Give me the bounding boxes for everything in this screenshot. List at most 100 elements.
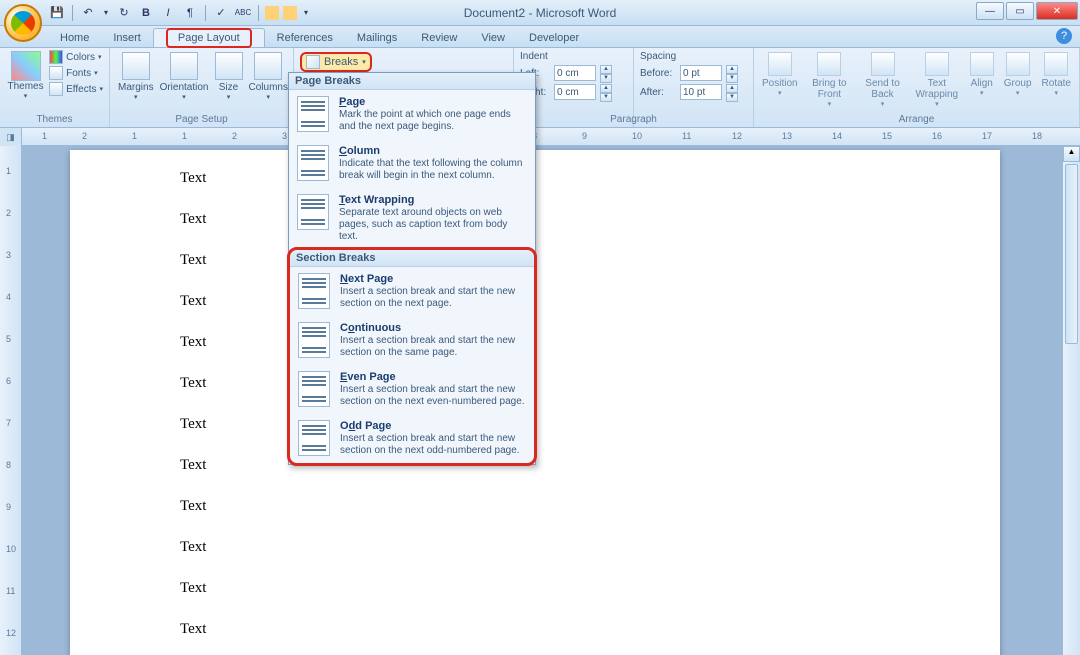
fonts-button[interactable]: Fonts▾ [49,66,103,80]
spacing-after-label: After: [640,87,676,98]
effects-button[interactable]: Effects▾ [49,82,103,96]
rotate-button[interactable]: Rotate▾ [1040,50,1073,110]
section-break-option-even-page[interactable]: Even PageInsert a section break and star… [290,365,534,414]
section-break-option-next-page[interactable]: Next PageInsert a section break and star… [290,267,534,316]
vertical-scrollbar[interactable]: ▲ [1062,146,1080,655]
spellcheck-icon[interactable]: ✓ [212,4,230,22]
text-wrapping-button[interactable]: Text Wrapping▾ [912,50,962,110]
save-icon[interactable]: 💾 [48,4,66,22]
break-option-text-wrapping-desc: Separate text around objects on web page… [339,207,527,243]
themes-button[interactable]: Themes ▾ [6,50,45,100]
document-text-line[interactable]: Text [180,498,890,515]
spinner-up[interactable]: ▲ [726,65,738,74]
separator [205,5,206,21]
group-label-themes: Themes [0,114,109,125]
section-breaks-highlight-box: Section Breaks Next PageInsert a section… [287,247,537,466]
fonts-icon [49,66,63,80]
spinner-up[interactable]: ▲ [600,84,612,93]
document-viewport[interactable]: TextTextTextTextTextTextTextTextTextText… [22,146,1062,655]
tab-references[interactable]: References [265,29,345,47]
window-title: Document2 - Microsoft Word [464,6,617,20]
tab-view[interactable]: View [469,29,517,47]
abc-icon[interactable]: ABC [234,4,252,22]
horizontal-ruler[interactable]: ◨ 121123456789101112131415161718 [0,128,1080,146]
breaks-button[interactable]: Breaks ▾ [300,52,372,72]
align-icon [970,52,994,76]
section-break-option-odd-page-icon [298,420,330,456]
ribbon-tabs: Home Insert Page Layout References Maili… [0,26,1080,48]
maximize-button[interactable]: ▭ [1006,2,1034,20]
send-back-icon [871,52,895,76]
size-button[interactable]: Size▾ [213,50,245,103]
spinner-up[interactable]: ▲ [726,84,738,93]
margins-icon [122,52,150,80]
scroll-up-button[interactable]: ▲ [1063,146,1080,162]
spacing-before-label: Before: [640,68,676,79]
document-text-line[interactable]: Text [180,621,890,638]
rotate-icon [1044,52,1068,76]
break-option-column[interactable]: ColumnIndicate that the text following t… [289,139,535,188]
spinner-down[interactable]: ▼ [726,93,738,102]
tab-mailings[interactable]: Mailings [345,29,409,47]
break-option-column-icon [297,145,329,181]
office-button[interactable] [4,4,42,42]
section-break-option-next-page-title: Next Page [340,273,526,285]
size-icon [215,52,243,80]
page-breaks-heading: Page Breaks [289,73,535,90]
tab-page-layout[interactable]: Page Layout [153,28,265,47]
close-button[interactable]: ✕ [1036,2,1078,20]
colors-button[interactable]: Colors▾ [49,50,103,64]
break-option-text-wrapping[interactable]: Text WrappingSeparate text around object… [289,188,535,249]
ruler-corner[interactable]: ◨ [0,128,22,146]
vertical-ruler[interactable]: 123456789101112 [0,146,22,655]
position-button[interactable]: Position▾ [760,50,800,110]
align-button[interactable]: Align▾ [968,50,996,110]
position-icon [768,52,792,76]
document-text-line[interactable]: Text [180,539,890,556]
group-label-page-setup: Page Setup [110,114,293,125]
qat-dropdown-icon[interactable]: ▾ [301,4,311,22]
spinner-down[interactable]: ▼ [726,74,738,83]
section-break-option-continuous-icon [298,322,330,358]
scroll-thumb[interactable] [1065,164,1078,344]
section-break-option-next-page-icon [298,273,330,309]
breaks-dropdown-menu: Page Breaks PageMark the point at which … [288,72,536,465]
highlight-icon[interactable] [265,6,279,20]
spacing-after-input[interactable]: 10 pt [680,84,722,100]
spacing-before-input[interactable]: 0 pt [680,65,722,81]
orientation-button[interactable]: Orientation▾ [158,50,211,103]
group-button[interactable]: Group▾ [1002,50,1034,110]
columns-button[interactable]: Columns▾ [247,50,290,103]
help-icon[interactable]: ? [1056,28,1072,44]
tab-review[interactable]: Review [409,29,469,47]
tab-developer[interactable]: Developer [517,29,591,47]
highlight2-icon[interactable] [283,6,297,20]
group-icon [1006,52,1030,76]
break-option-page-icon [297,96,329,132]
spinner-up[interactable]: ▲ [600,65,612,74]
break-option-column-desc: Indicate that the text following the col… [339,158,527,182]
undo-icon[interactable]: ↶ [79,4,97,22]
tab-insert[interactable]: Insert [101,29,153,47]
section-break-option-odd-page[interactable]: Odd PageInsert a section break and start… [290,414,534,463]
minimize-button[interactable]: — [976,2,1004,20]
spinner-down[interactable]: ▼ [600,93,612,102]
tab-home[interactable]: Home [48,29,101,47]
separator [72,5,73,21]
undo-dropdown-icon[interactable]: ▾ [101,4,111,22]
spinner-down[interactable]: ▼ [600,74,612,83]
section-break-option-continuous[interactable]: ContinuousInsert a section break and sta… [290,316,534,365]
italic-icon[interactable]: I [159,4,177,22]
break-option-text-wrapping-title: Text Wrapping [339,194,527,206]
bold-icon[interactable]: B [137,4,155,22]
margins-button[interactable]: Margins▾ [116,50,156,103]
document-text-line[interactable]: Text [180,580,890,597]
indent-right-input[interactable]: 0 cm [554,84,596,100]
send-to-back-button[interactable]: Send to Back▾ [859,50,906,110]
bring-to-front-button[interactable]: Bring to Front▾ [806,50,854,110]
break-option-page[interactable]: PageMark the point at which one page end… [289,90,535,139]
break-option-text-wrapping-icon [297,194,329,230]
paragraph-marks-icon[interactable]: ¶ [181,4,199,22]
indent-left-input[interactable]: 0 cm [554,65,596,81]
redo-icon[interactable]: ↻ [115,4,133,22]
